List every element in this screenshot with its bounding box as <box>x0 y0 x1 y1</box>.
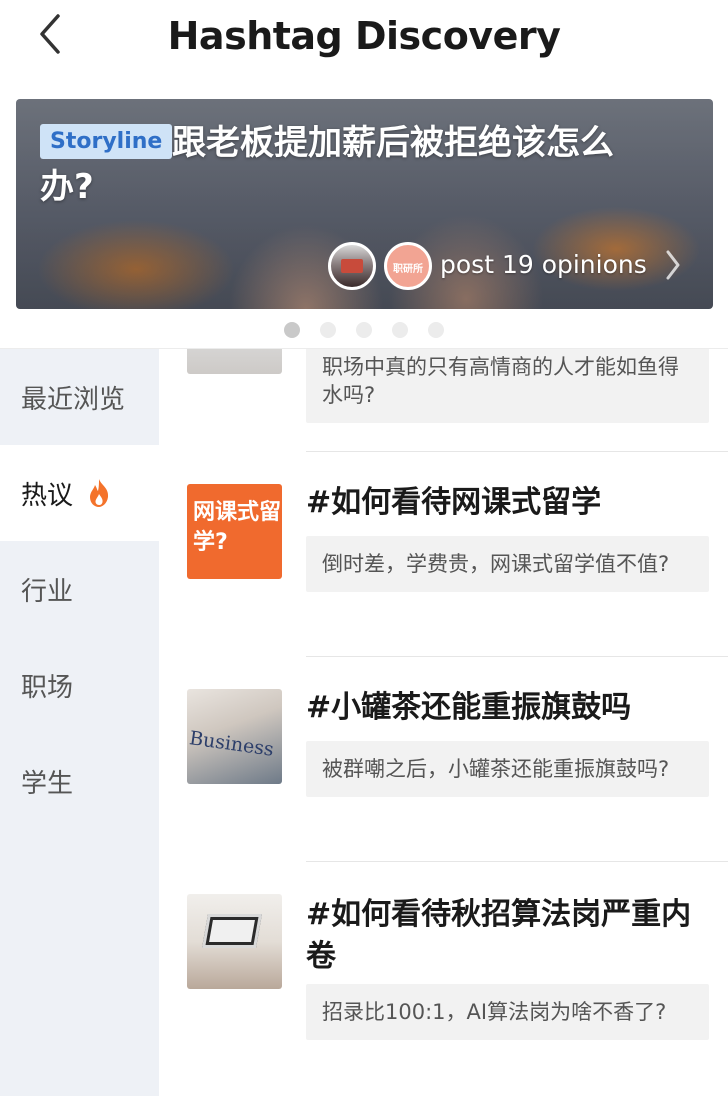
carousel-dot[interactable] <box>284 322 300 338</box>
fire-icon <box>90 479 109 507</box>
sidebar-item-recent[interactable]: 最近浏览 <box>0 349 159 445</box>
sidebar-item-hot[interactable]: 热议 <box>0 445 159 541</box>
sidebar-item-workplace[interactable]: 职场 <box>0 637 159 733</box>
divider <box>306 861 728 862</box>
header: Hashtag Discovery <box>0 0 728 78</box>
avatar: 职研所 <box>384 242 432 290</box>
topic-thumbnail <box>187 894 282 989</box>
avatar-label: 职研所 <box>393 264 423 275</box>
carousel-dot[interactable] <box>428 322 444 338</box>
carousel-dot[interactable] <box>392 322 408 338</box>
carousel-dot[interactable] <box>320 322 336 338</box>
thumbnail-text: Business <box>187 727 276 761</box>
chevron-right-icon[interactable] <box>664 248 682 282</box>
storyline-badge: Storyline <box>40 124 173 159</box>
sidebar-item-label: 职场 <box>21 672 74 703</box>
thumbnail-text: 网课式留学? <box>193 500 282 555</box>
category-sidebar: 最近浏览 热议 行业 职场 学生 <box>0 349 159 1096</box>
carousel-dot[interactable] <box>356 322 372 338</box>
sidebar-item-industry[interactable]: 行业 <box>0 541 159 637</box>
topic-list: 职场中真的只有高情商的人才能如鱼得水吗? 网课式留学? #如何看待网课式留学 倒… <box>159 349 728 1096</box>
avatar-image <box>341 259 363 273</box>
sidebar-item-student[interactable]: 学生 <box>0 733 159 829</box>
topic-title: #小罐茶还能重振旗鼓吗 <box>306 690 632 725</box>
topic-title: #如何看待网课式留学 <box>306 485 602 520</box>
sidebar-item-label: 最近浏览 <box>21 384 126 415</box>
topic-thumbnail: 网课式留学? <box>187 484 282 579</box>
page-title: Hashtag Discovery <box>167 14 561 58</box>
sidebar-item-label: 学生 <box>21 768 74 799</box>
topic-description: 倒时差，学费贵，网课式留学值不值? <box>306 536 709 592</box>
sidebar-item-label: 行业 <box>21 576 74 607</box>
topic-thumbnail <box>187 349 282 374</box>
thumbnail-image <box>202 914 262 948</box>
divider <box>306 451 728 452</box>
topic-thumbnail: Business <box>187 689 282 784</box>
topic-title: #如何看待秋招算法岗严重内卷 <box>306 897 692 974</box>
avatar <box>328 242 376 290</box>
sidebar-item-label: 热议 <box>21 480 74 511</box>
topic-description: 被群嘲之后，小罐茶还能重振旗鼓吗? <box>306 741 709 797</box>
topic-description: 职场中真的只有高情商的人才能如鱼得水吗? <box>306 349 709 423</box>
carousel-dots <box>0 322 728 338</box>
opinions-count[interactable]: post 19 opinions <box>440 250 647 279</box>
divider <box>306 656 728 657</box>
topic-description: 招录比100:1，AI算法岗为啥不香了? <box>306 984 709 1040</box>
